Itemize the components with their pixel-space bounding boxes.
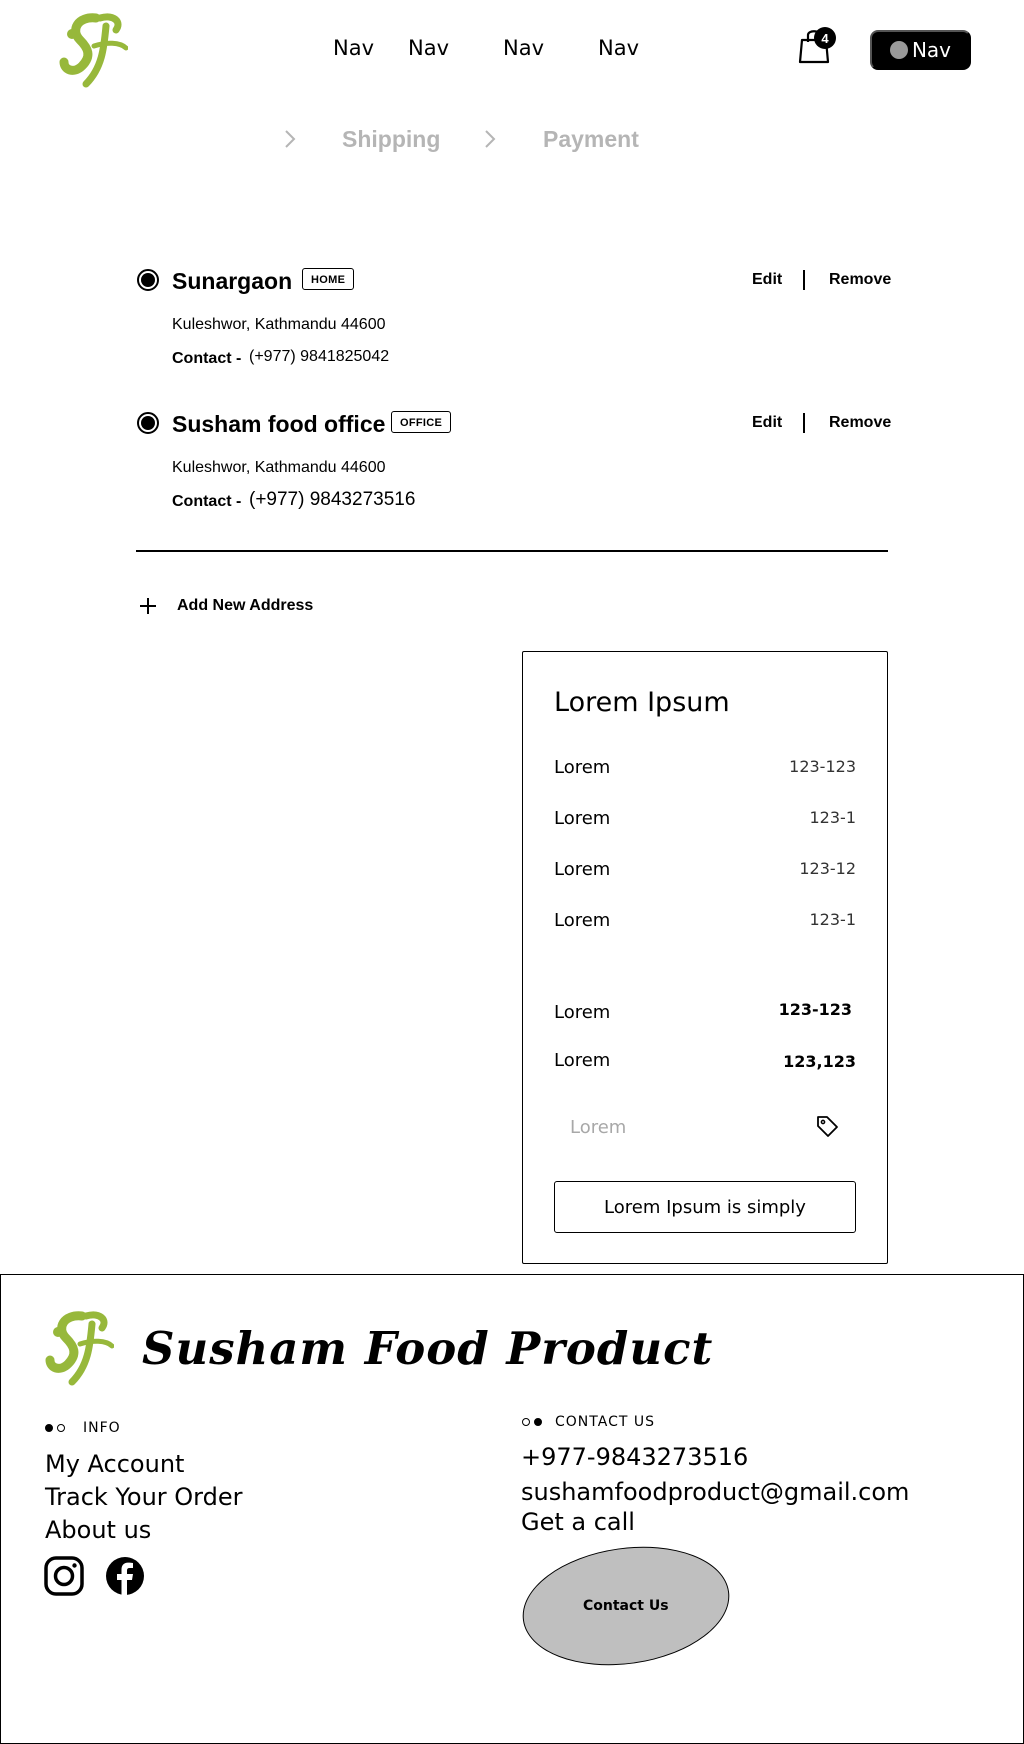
address-tag-badge: OFFICE (391, 411, 452, 433)
summary-row-value: 123-1 (809, 808, 857, 827)
footer-email[interactable]: sushamfoodproduct@gmail.com (521, 1478, 909, 1506)
nav-link-1[interactable]: Nav (333, 36, 374, 60)
footer-link-my-account[interactable]: My Account (45, 1450, 184, 1478)
promo-code-input[interactable] (554, 1104, 794, 1150)
address-name: Susham food office (172, 411, 386, 437)
summary-total-value: 123,123 (783, 1052, 856, 1071)
nav-link-4[interactable]: Nav (598, 36, 639, 60)
contact-phone: (+977) 9841825042 (249, 348, 390, 365)
info-dots (45, 1424, 65, 1432)
address-radio-selected[interactable] (137, 269, 159, 291)
avatar (889, 41, 908, 59)
chevron-right-icon (285, 130, 296, 148)
contact-label: Contact - (172, 350, 242, 367)
price-tag-icon[interactable] (815, 1114, 839, 1138)
footer-link-about-us[interactable]: About us (45, 1516, 151, 1544)
summary-row-label: Lorem (554, 910, 611, 931)
add-new-address-button[interactable]: Add New Address (177, 597, 313, 615)
account-nav-button[interactable]: Nav (870, 30, 971, 70)
remove-address-button[interactable]: Remove (829, 271, 891, 289)
contact-heading: CONTACT US (555, 1414, 655, 1430)
address-name: Sunargaon (172, 268, 293, 294)
logo[interactable] (42, 1310, 114, 1386)
logo[interactable] (56, 12, 128, 88)
contact-us-label: Contact Us (583, 1598, 669, 1615)
summary-row-label: Lorem (554, 859, 611, 880)
edit-address-button[interactable]: Edit (752, 271, 782, 289)
address-line: Kuleshwor, Kathmandu 44600 (172, 316, 386, 333)
info-heading: INFO (83, 1420, 121, 1436)
chevron-right-icon (485, 130, 496, 148)
section-divider (136, 550, 888, 552)
plus-icon[interactable] (138, 596, 158, 616)
summary-row-value: 123-123 (789, 757, 856, 776)
checkout-button[interactable]: Lorem Ipsum is simply (554, 1181, 856, 1233)
action-divider (803, 270, 805, 290)
nav-link-3[interactable]: Nav (503, 36, 544, 60)
promo-code-field (554, 1104, 856, 1150)
account-nav-label: Nav (911, 38, 952, 62)
brand-name: Susham Food Product (142, 1322, 714, 1375)
edit-address-button[interactable]: Edit (752, 414, 782, 432)
remove-address-button[interactable]: Remove (829, 414, 891, 432)
summary-row-value: 123-1 (809, 910, 857, 929)
address-tag-badge: HOME (302, 268, 355, 290)
summary-total-label: Lorem (554, 1002, 611, 1023)
footer-get-a-call[interactable]: Get a call (521, 1508, 635, 1536)
contact-phone: (+977) 9843273516 (249, 489, 416, 510)
summary-total-label: Lorem (554, 1050, 611, 1071)
address-radio-selected[interactable] (137, 412, 159, 434)
instagram-icon[interactable] (44, 1556, 84, 1596)
summary-title: Lorem Ipsum (554, 687, 730, 718)
facebook-icon[interactable] (105, 1556, 145, 1596)
breadcrumb-shipping[interactable]: Shipping (342, 126, 440, 153)
address-line: Kuleshwor, Kathmandu 44600 (172, 459, 386, 476)
footer-link-track-order[interactable]: Track Your Order (45, 1483, 243, 1511)
summary-row-value: 123-12 (799, 859, 856, 878)
summary-total-value: 123-123 (778, 1000, 852, 1019)
action-divider (803, 413, 805, 433)
cart-count-badge: 4 (814, 27, 836, 49)
summary-row-label: Lorem (554, 757, 611, 778)
nav-link-2[interactable]: Nav (408, 36, 449, 60)
order-summary-card (522, 651, 888, 1264)
summary-row-label: Lorem (554, 808, 611, 829)
breadcrumb-payment[interactable]: Payment (543, 126, 639, 153)
contact-dots (522, 1418, 542, 1426)
contact-label: Contact - (172, 493, 242, 510)
footer-phone[interactable]: +977-9843273516 (521, 1443, 748, 1471)
